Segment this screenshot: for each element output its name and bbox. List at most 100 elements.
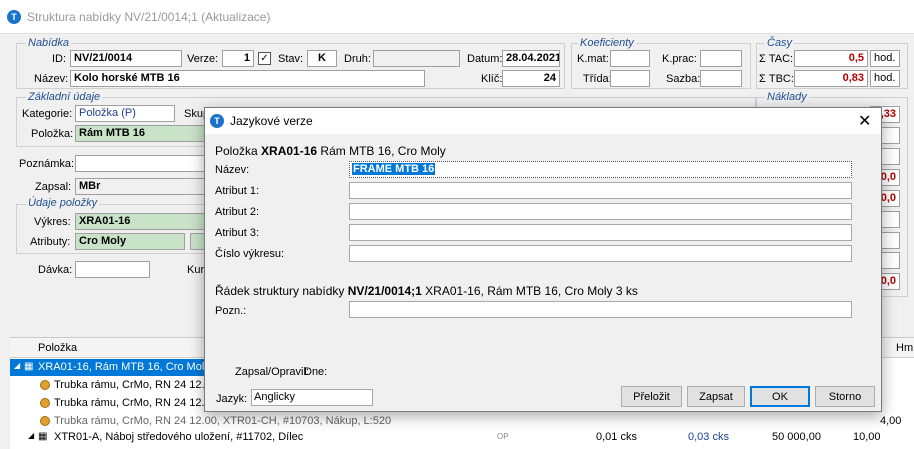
row-text: Trubka rámu, CrMo, RN 24 12.00 xyxy=(54,397,217,409)
id-field[interactable]: NV/21/0014 xyxy=(70,50,182,67)
dialog-logo-icon: T xyxy=(210,114,224,128)
nabidka-group-title: Nabídka xyxy=(26,37,71,49)
row-text: Trubka rámu, CrMo, RN 24 12.00, XTR01-CH… xyxy=(54,415,392,427)
naklady-group-title: Náklady xyxy=(765,91,809,103)
sazba-label: Sazba: xyxy=(666,73,701,85)
kategorie-field[interactable]: Položka (P) xyxy=(75,105,175,122)
app-logo-icon: T xyxy=(7,10,21,24)
stav-field[interactable]: K xyxy=(307,50,337,67)
table-row[interactable]: Trubka rámu, CrMo, RN 24 12.00 xyxy=(10,395,217,412)
zapsal-label: Zapsal: xyxy=(35,181,72,193)
heading-item-desc: Rám MTB 16, Cro Moly xyxy=(320,144,446,158)
kategorie-label: Kategorie: xyxy=(22,108,73,120)
tbc-field[interactable]: 0,83 xyxy=(794,70,868,87)
language-versions-dialog: T Jazykové verze ✕ Položka XRA01-16 Rám … xyxy=(204,107,882,412)
row-text: XRA01-16, Rám MTB 16, Cro Moly, xyxy=(38,361,213,373)
stav-label: Stav: xyxy=(278,53,304,65)
casy-group-title: Časy xyxy=(765,37,795,49)
dialog-title-bar: T Jazykové verze ✕ xyxy=(205,108,881,134)
table-row[interactable]: Trubka rámu, CrMo, RN 24 12.00 xyxy=(10,377,217,394)
window-title-bar: T Struktura nabídky NV/21/0014;1 (Aktual… xyxy=(0,0,914,34)
table-row[interactable]: Trubka rámu, CrMo, RN 24 12.00, XTR01-CH… xyxy=(10,413,905,430)
naklady-field-6[interactable] xyxy=(880,252,900,269)
material-icon xyxy=(40,416,50,426)
cislo-vykresu-label: Číslo výkresu: xyxy=(215,248,285,260)
dlg-nazev-input[interactable]: FRAME MTB 16 xyxy=(349,161,852,178)
tbc-unit: hod. xyxy=(870,70,900,87)
klic-field[interactable]: 24 xyxy=(502,70,560,87)
jazyk-input[interactable]: Anglicky xyxy=(251,389,373,406)
pozn-label: Pozn.: xyxy=(215,305,247,317)
heading-prefix: Položka xyxy=(215,144,258,158)
kprac-label: K.prac: xyxy=(662,53,697,65)
naklady-field-2[interactable] xyxy=(880,127,900,144)
atribut2-input[interactable] xyxy=(349,203,852,220)
grid-col-polozka[interactable]: Položka xyxy=(38,342,77,354)
atributy-field[interactable]: Cro Moly xyxy=(75,233,185,250)
row-qty: 0,01 cks xyxy=(596,431,637,443)
atribut3-input[interactable] xyxy=(349,224,852,241)
row-value: 50 000,00 xyxy=(772,431,821,443)
cislo-vykresu-input[interactable] xyxy=(349,245,852,262)
kmat-field[interactable] xyxy=(610,50,650,67)
atribut3-label: Atribut 3: xyxy=(215,227,260,239)
collapse-icon[interactable]: ◢ xyxy=(28,431,34,440)
koeficienty-group-title: Koeficienty xyxy=(578,37,636,49)
grid-col-hm[interactable]: Hm xyxy=(896,342,913,354)
naklady-field-3[interactable] xyxy=(880,148,900,165)
dialog-title: Jazykové verze xyxy=(230,114,313,128)
atributy-field-2[interactable] xyxy=(190,233,205,250)
vykres-label: Výkres: xyxy=(34,216,71,228)
close-icon[interactable]: ✕ xyxy=(858,111,871,131)
tbc-label: Σ TBC: xyxy=(759,73,794,85)
dlg-nazev-value: FRAME MTB 16 xyxy=(352,163,436,175)
datum-field[interactable]: 28.04.2021 xyxy=(502,50,560,67)
row-value: 10,00 xyxy=(853,431,881,443)
jazyk-label: Jazyk: xyxy=(216,393,248,405)
window-title: Struktura nabídky NV/21/0014;1 (Aktualiz… xyxy=(27,10,271,24)
tac-label: Σ TAC: xyxy=(759,53,794,65)
tac-field[interactable]: 0,5 xyxy=(794,50,868,67)
table-row[interactable]: ◢ ▦ XTR01-A, Náboj středového uložení, #… xyxy=(10,429,905,446)
druh-label: Druh: xyxy=(344,53,371,65)
material-icon xyxy=(40,380,50,390)
kprac-field[interactable] xyxy=(700,50,742,67)
poznamka-label: Poznámka: xyxy=(19,158,75,170)
naklady-field-5[interactable] xyxy=(880,232,900,249)
druh-field[interactable] xyxy=(373,50,460,67)
davka-field[interactable] xyxy=(75,261,150,278)
naklady-field-4[interactable] xyxy=(880,211,900,228)
zapsal-field[interactable]: MBr xyxy=(75,178,205,195)
nazev-field[interactable]: Kolo horské MTB 16 xyxy=(70,70,425,87)
zakladni-group-title: Základní údaje xyxy=(26,91,103,103)
verze-field[interactable]: 1 xyxy=(222,50,254,67)
sazba-field[interactable] xyxy=(700,70,742,87)
row-text: Trubka rámu, CrMo, RN 24 12.00 xyxy=(54,379,217,391)
tac-unit: hod. xyxy=(870,50,900,67)
id-label: ID: xyxy=(52,53,67,65)
zapsat-button[interactable]: Zapsat xyxy=(687,386,745,407)
trida-label: Třída: xyxy=(583,73,612,85)
atribut1-input[interactable] xyxy=(349,182,852,199)
heading-item-id: XRA01-16 xyxy=(261,144,318,158)
row-value: 4,00 xyxy=(880,415,902,427)
prelozit-button[interactable]: Přeložit xyxy=(621,386,682,407)
verze-checkbox[interactable]: ✓ xyxy=(258,52,271,65)
zapsal-opravil-label: Zapsal/Opravil: xyxy=(235,366,309,378)
polozka-field[interactable]: Rám MTB 16 xyxy=(75,125,205,142)
pozn-input[interactable] xyxy=(349,301,852,318)
material-icon xyxy=(40,398,50,408)
row-op: OP xyxy=(497,432,509,441)
table-row[interactable]: ◢ ▦ XRA01-16, Rám MTB 16, Cro Moly, xyxy=(10,359,212,376)
poznamka-field[interactable] xyxy=(75,155,205,172)
storno-button[interactable]: Storno xyxy=(815,386,875,407)
collapse-icon[interactable]: ◢ xyxy=(14,361,20,370)
nazev-label: Název: xyxy=(34,73,69,85)
vykres-field[interactable]: XRA01-16 xyxy=(75,213,205,230)
datum-label: Datum: xyxy=(467,53,503,65)
row-value: 0,03 cks xyxy=(688,431,729,443)
radek-id: NV/21/0014;1 xyxy=(347,284,422,298)
ok-button[interactable]: OK xyxy=(750,386,810,407)
trida-field[interactable] xyxy=(610,70,650,87)
kur-label: Kur xyxy=(187,264,205,276)
